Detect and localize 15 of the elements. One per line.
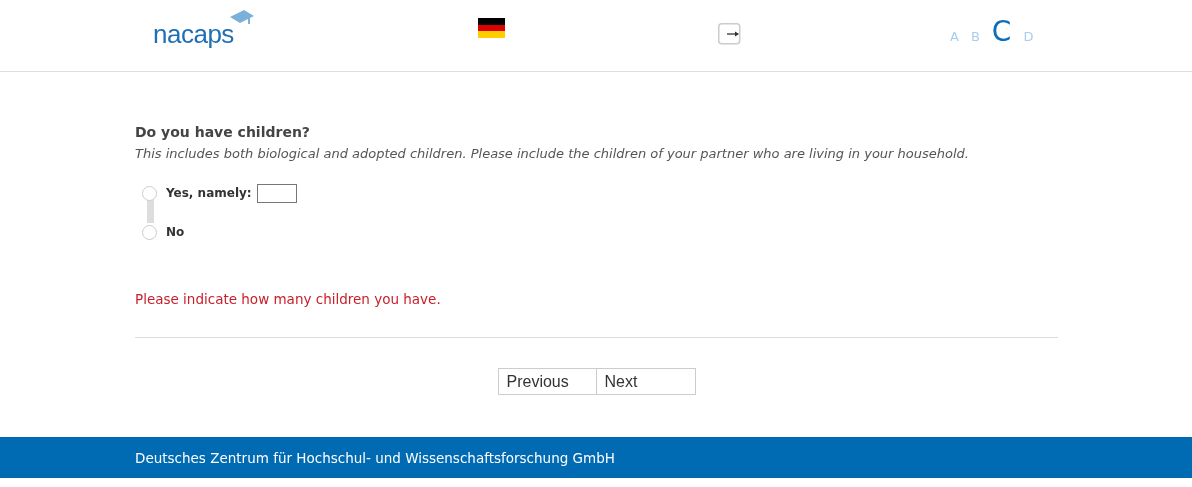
nav-button[interactable]: Previous	[497, 368, 597, 395]
german-flag-icon[interactable]	[478, 18, 505, 38]
error-message: Please indicate how many children you have.	[135, 291, 442, 307]
option-label: Yes, namely:	[166, 186, 252, 200]
footer-text: Deutsches Zentrum für Hochschul- und Wissenschaftsforschung GmbH	[135, 449, 615, 466]
font-size-link[interactable]: C	[991, 14, 1012, 50]
radio-button[interactable]	[142, 185, 157, 201]
logo-text: nacaps	[153, 19, 234, 50]
nav-button[interactable]: Next	[596, 368, 696, 395]
option-label: No	[166, 225, 185, 239]
question-title: Do you have children?	[135, 124, 311, 140]
input-field[interactable]	[256, 183, 297, 203]
question-hint: This includes both biological and adopted children. Please include the children of your partner who are living in your household.	[135, 146, 970, 161]
logout-icon[interactable]	[718, 23, 741, 45]
radio-button[interactable]	[142, 224, 157, 240]
